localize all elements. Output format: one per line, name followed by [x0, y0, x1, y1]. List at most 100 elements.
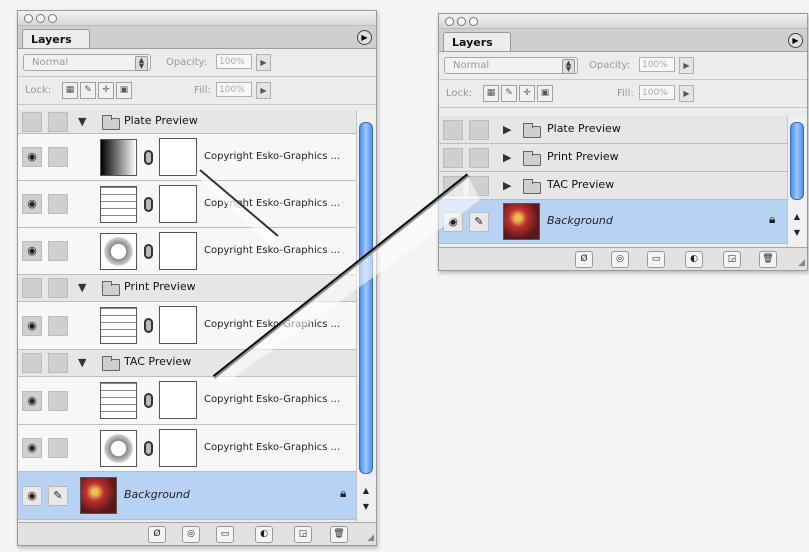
layer-row-background[interactable]: ◉ ✎ Background 🔒︎ — [18, 472, 356, 520]
link-toggle[interactable] — [48, 194, 68, 214]
scroll-down-arrow[interactable]: ▼ — [357, 502, 375, 511]
link-toggle[interactable] — [469, 119, 489, 140]
resize-grip-icon[interactable]: ◢ — [367, 533, 374, 543]
close-button[interactable] — [24, 14, 33, 23]
eye-icon[interactable]: ◉ — [22, 315, 42, 336]
new-layer-icon[interactable]: ◲ — [723, 251, 741, 268]
blend-mode-select[interactable]: Normal ▲ ▼ — [444, 57, 578, 74]
disclosure-triangle-icon[interactable]: ▶ — [503, 151, 511, 164]
zoom-button[interactable] — [48, 14, 57, 23]
zoom-button[interactable] — [469, 17, 478, 26]
visibility-toggle[interactable] — [22, 111, 42, 132]
blend-mode-select[interactable]: Normal ▲ ▼ — [23, 54, 151, 71]
layer-style-icon[interactable]: Ø — [575, 251, 593, 268]
group-row-print-preview[interactable]: ▼ Print Preview — [18, 275, 356, 302]
link-toggle[interactable] — [48, 315, 68, 336]
opacity-slider-arrow[interactable]: ▶ — [679, 57, 694, 74]
add-mask-icon[interactable]: ◎ — [611, 251, 629, 268]
layer-row[interactable]: ◉ Copyright Esko-Graphics ... — [18, 302, 356, 350]
link-toggle[interactable] — [48, 438, 68, 458]
new-group-icon[interactable]: ▭ — [216, 526, 234, 543]
disclosure-triangle-icon[interactable]: ▼ — [78, 356, 86, 369]
layer-style-icon[interactable]: Ø — [148, 526, 166, 543]
scroll-down-arrow[interactable]: ▼ — [788, 228, 806, 237]
visibility-toggle[interactable] — [443, 147, 463, 168]
lock-transparency-icon[interactable]: ▦ — [62, 82, 78, 99]
blend-row: Normal ▲ ▼ Opacity: 100% ▶ — [18, 49, 376, 77]
disclosure-triangle-icon[interactable]: ▶ — [503, 123, 511, 136]
link-toggle[interactable] — [469, 175, 489, 196]
link-toggle[interactable] — [48, 147, 68, 167]
brush-icon[interactable]: ✎ — [469, 211, 489, 232]
link-toggle[interactable] — [48, 241, 68, 261]
link-toggle[interactable] — [48, 278, 68, 298]
link-toggle[interactable] — [48, 353, 68, 373]
opacity-label: Opacity: — [589, 60, 631, 71]
lock-brush-icon[interactable]: ✎ — [80, 82, 96, 99]
lock-brush-icon[interactable]: ✎ — [501, 85, 517, 102]
group-row-plate-preview[interactable]: ▼ Plate Preview — [18, 110, 356, 134]
fill-input[interactable]: 100% — [216, 82, 252, 97]
minimize-button[interactable] — [457, 17, 466, 26]
fill-slider-arrow[interactable]: ▶ — [256, 82, 271, 99]
scroll-thumb[interactable] — [790, 122, 804, 200]
fill-input[interactable]: 100% — [639, 85, 675, 100]
eye-icon[interactable]: ◉ — [443, 211, 463, 232]
menu-arrow-icon[interactable]: ▶ — [788, 33, 803, 48]
close-button[interactable] — [445, 17, 454, 26]
eye-icon[interactable]: ◉ — [22, 438, 42, 458]
disclosure-triangle-icon[interactable]: ▼ — [78, 115, 86, 128]
visibility-toggle[interactable] — [22, 353, 42, 373]
opacity-slider-arrow[interactable]: ▶ — [256, 54, 271, 71]
scroll-thumb[interactable] — [359, 122, 373, 474]
layer-row[interactable]: ◉ Copyright Esko-Graphics ... — [18, 377, 356, 425]
group-row-plate-preview[interactable]: ▶ Plate Preview — [439, 116, 787, 144]
brush-icon[interactable]: ✎ — [48, 485, 68, 506]
trash-icon[interactable]: 🗑︎ — [759, 251, 777, 268]
disclosure-triangle-icon[interactable]: ▶ — [503, 179, 511, 192]
link-toggle[interactable] — [48, 111, 68, 132]
scroll-up-arrow[interactable]: ▲ — [788, 212, 806, 221]
adjustment-layer-icon[interactable]: ◐ — [685, 251, 703, 268]
layer-row[interactable]: ◉ Copyright Esko-Graphics ... — [18, 228, 356, 275]
lock-move-icon[interactable]: ✛ — [519, 85, 535, 102]
eye-icon[interactable]: ◉ — [22, 485, 42, 506]
tab-layers[interactable]: Layers — [443, 32, 511, 51]
add-mask-icon[interactable]: ◎ — [182, 526, 200, 543]
adjustment-layer-icon[interactable]: ◐ — [255, 526, 273, 543]
tab-layers[interactable]: Layers — [22, 29, 90, 48]
layer-row-background[interactable]: ◉ ✎ Background 🔒︎ — [439, 200, 787, 244]
link-toggle[interactable] — [48, 390, 68, 411]
resize-grip-icon[interactable]: ◢ — [798, 258, 805, 268]
new-layer-icon[interactable]: ◲ — [294, 526, 312, 543]
minimize-button[interactable] — [36, 14, 45, 23]
layer-row[interactable]: ◉ Copyright Esko-Graphics ... — [18, 134, 356, 181]
fill-slider-arrow[interactable]: ▶ — [679, 85, 694, 102]
visibility-toggle[interactable] — [443, 119, 463, 140]
eye-icon[interactable]: ◉ — [22, 241, 42, 261]
new-group-icon[interactable]: ▭ — [647, 251, 665, 268]
trash-icon[interactable]: 🗑︎ — [330, 526, 348, 543]
layer-row[interactable]: ◉ Copyright Esko-Graphics ... — [18, 181, 356, 228]
link-toggle[interactable] — [469, 147, 489, 168]
lock-all-icon[interactable]: ▣ — [537, 85, 553, 102]
group-row-print-preview[interactable]: ▶ Print Preview — [439, 144, 787, 172]
lock-transparency-icon[interactable]: ▦ — [483, 85, 499, 102]
group-row-tac-preview[interactable]: ▶ TAC Preview — [439, 172, 787, 200]
scroll-up-arrow[interactable]: ▲ — [357, 486, 375, 495]
visibility-toggle[interactable] — [22, 278, 42, 298]
menu-arrow-icon[interactable]: ▶ — [357, 30, 372, 45]
scrollbar[interactable]: ▲ ▼ — [356, 110, 375, 523]
eye-icon[interactable]: ◉ — [22, 147, 42, 167]
layer-row[interactable]: ◉ Copyright Esko-Graphics ... — [18, 425, 356, 472]
opacity-input[interactable]: 100% — [216, 54, 252, 69]
scrollbar[interactable]: ▲ ▼ — [787, 116, 806, 247]
opacity-input[interactable]: 100% — [639, 57, 675, 72]
eye-icon[interactable]: ◉ — [22, 194, 42, 214]
visibility-toggle[interactable] — [443, 175, 463, 196]
lock-all-icon[interactable]: ▣ — [116, 82, 132, 99]
eye-icon[interactable]: ◉ — [22, 390, 42, 411]
group-row-tac-preview[interactable]: ▼ TAC Preview — [18, 350, 356, 377]
lock-move-icon[interactable]: ✛ — [98, 82, 114, 99]
disclosure-triangle-icon[interactable]: ▼ — [78, 281, 86, 294]
